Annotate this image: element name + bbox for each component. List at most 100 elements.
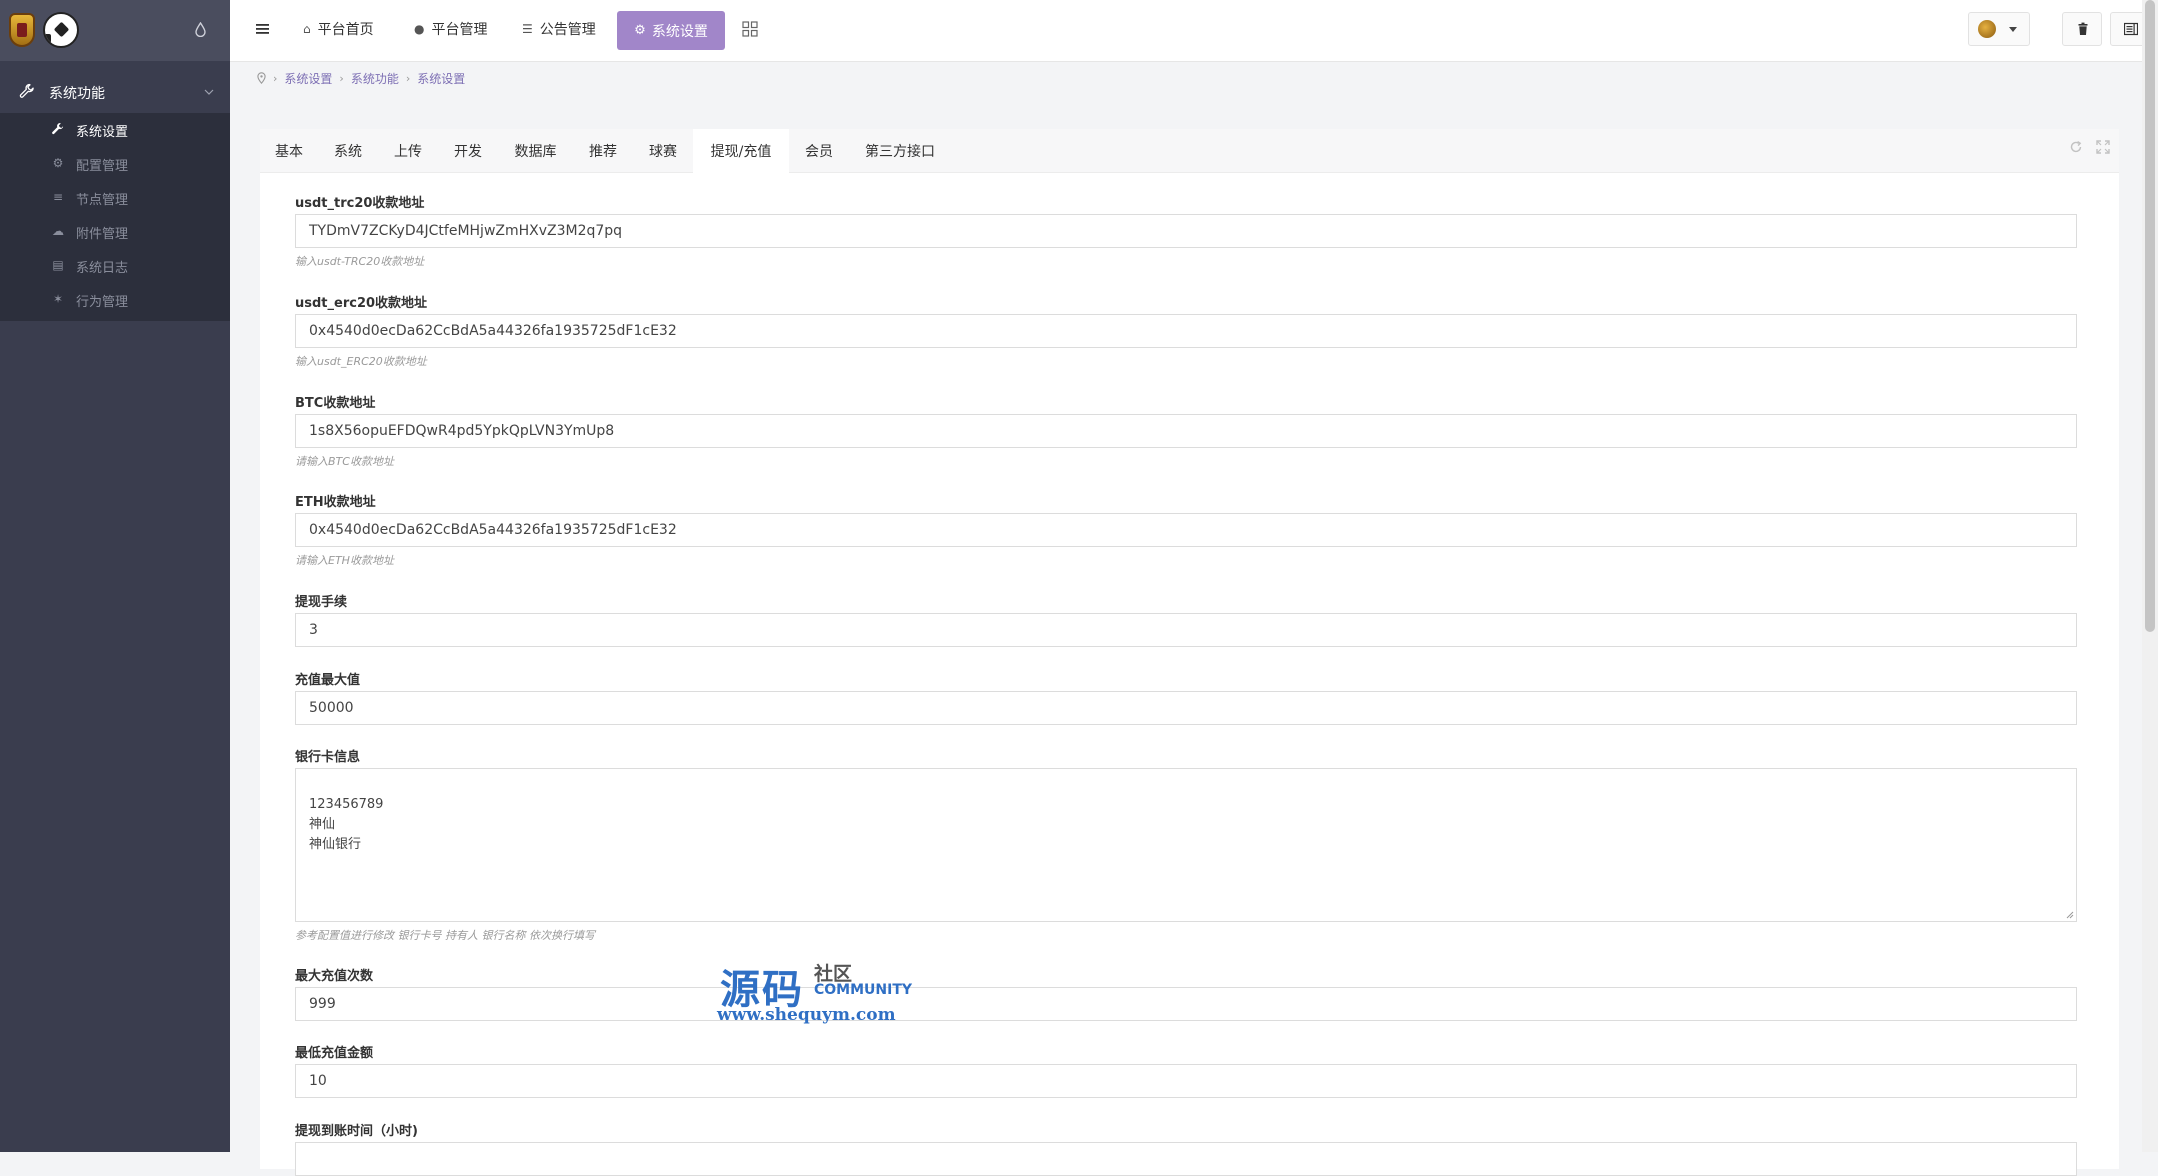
min-recharge-amount-input[interactable]: 10 [295, 1064, 2077, 1098]
field-help: 请输入BTC收款地址 [295, 455, 394, 468]
logo-bar [0, 0, 230, 61]
hamburger-menu-icon[interactable] [256, 22, 270, 36]
sidebar-item-label: 节点管理 [76, 193, 129, 208]
btc-address-input[interactable]: 1s8X56opuEFDQwR4pd5YpkQpLVN3YmUp8 [295, 414, 2077, 448]
settings-panel: 基本 系统 上传 开发 数据库 推荐 球赛 提现/充值 会员 第三方接口 usd… [260, 129, 2119, 1176]
recharge-max-input[interactable]: 50000 [295, 691, 2077, 725]
club-badge-logo [9, 13, 35, 47]
nav-label: 系统设置 [651, 23, 708, 40]
nav-label: 公告管理 [539, 22, 596, 38]
sidebar-item-label: 配置管理 [76, 159, 129, 174]
breadcrumb-separator: › [273, 71, 278, 85]
sidebar-item-label: 系统设置 [76, 125, 129, 140]
wrench-icon [52, 123, 64, 135]
sidebar-item-system-settings[interactable]: 系统设置 [0, 113, 230, 147]
sidebar-item-label: 附件管理 [76, 227, 129, 242]
field-label: 提现手续 [295, 595, 348, 610]
nav-announcement-manage[interactable]: ☰ 公告管理 [522, 18, 596, 40]
breadcrumb: › 系统设置 › 系统功能 › 系统设置 [257, 68, 465, 88]
field-help: 输入usdt_ERC20收款地址 [295, 355, 427, 368]
sidebar: 系统功能 系统设置 ⚙ 配置管理 ≡ 节点管理 ☁ 附件管理 ▤ 系统日志 ✶ … [0, 0, 230, 1152]
cogs-icon: ⚙ [52, 156, 64, 170]
field-label: 银行卡信息 [295, 750, 361, 765]
home-icon: ⌂ [303, 22, 311, 36]
sidebar-item-attachments[interactable]: ☁ 附件管理 [0, 215, 230, 249]
watermark-url: www.shequym.com [717, 1005, 896, 1025]
list-alt-icon: ☰ [522, 22, 533, 36]
sidebar-item-config[interactable]: ⚙ 配置管理 [0, 147, 230, 181]
app-grid-icon[interactable] [742, 21, 758, 37]
breadcrumb-separator: › [339, 71, 344, 85]
list-icon: ≡ [52, 190, 64, 204]
star-icon: ✶ [52, 292, 64, 306]
field-label: 最低充值金额 [295, 1046, 374, 1061]
tab-third-party-api[interactable]: 第三方接口 [849, 129, 951, 172]
field-label: ETH收款地址 [295, 495, 376, 510]
cloud-upload-icon: ☁ [52, 224, 64, 238]
usdt-trc20-input[interactable]: TYDmV7ZCKyD4JCtfeMHjwZmHXvZ3M2q7pq [295, 214, 2077, 248]
sidebar-item-nodes[interactable]: ≡ 节点管理 [0, 181, 230, 215]
breadcrumb-link[interactable]: 系统功能 [351, 70, 399, 87]
watermark: 源码 社区 COMMUNITY www.shequym.com [717, 957, 917, 1027]
field-help: 请输入ETH收款地址 [295, 554, 394, 567]
wrench-icon [19, 83, 34, 98]
nav-label: 平台首页 [317, 22, 374, 38]
tab-system[interactable]: 系统 [318, 129, 378, 172]
breadcrumb-separator: › [405, 71, 411, 85]
resize-grip-icon[interactable] [2066, 911, 2074, 919]
usdt-erc20-input[interactable]: 0x4540d0ecDa62CcBdA5a44326fa1935725dF1cE… [295, 314, 2077, 348]
nav-platform-home[interactable]: ⌂ 平台首页 [303, 18, 374, 40]
tab-recommend[interactable]: 推荐 [573, 129, 633, 172]
tab-basic[interactable]: 基本 [260, 129, 318, 172]
tab-withdraw-recharge[interactable]: 提现/充值 [693, 129, 789, 173]
theme-drop-icon[interactable] [195, 22, 206, 37]
sidebar-item-behavior[interactable]: ✶ 行为管理 [0, 283, 230, 317]
field-help: 参考配置值进行修改 银行卡号 持有人 银行名称 依次换行填写 [295, 929, 595, 942]
field-help: 输入usdt-TRC20收款地址 [295, 255, 425, 268]
nav-label: 平台管理 [431, 22, 488, 38]
field-label: usdt_erc20收款地址 [295, 296, 428, 311]
breadcrumb-link[interactable]: 系统设置 [284, 70, 332, 87]
field-label: 最大充值次数 [295, 969, 374, 984]
tab-develop[interactable]: 开发 [438, 129, 498, 172]
fullscreen-icon[interactable] [2096, 140, 2110, 154]
gear-icon: ⚙ [634, 23, 646, 38]
list-panel-icon [2124, 22, 2138, 36]
tab-member[interactable]: 会员 [789, 129, 849, 172]
map-marker-icon [257, 72, 266, 84]
withdraw-arrival-time-input[interactable] [295, 1142, 2077, 1176]
refresh-icon[interactable] [2069, 140, 2083, 154]
sidebar-group-system[interactable]: 系统功能 [0, 72, 230, 112]
scrollbar-thumb[interactable] [2145, 0, 2155, 632]
user-icon: ● [414, 22, 425, 36]
bank-card-textarea[interactable]: 123456789 神仙 神仙银行 [295, 768, 2077, 922]
soccer-ball-logo [43, 12, 79, 48]
user-menu-button[interactable] [1968, 12, 2030, 46]
eth-address-input[interactable]: 0x4540d0ecDa62CcBdA5a44326fa1935725dF1cE… [295, 513, 2077, 547]
panel-tools [2059, 137, 2119, 157]
clear-cache-button[interactable] [2062, 12, 2102, 46]
top-navbar: ⌂ 平台首页 ● 平台管理 ☰ 公告管理 ⚙ 系统设置 [230, 0, 2150, 62]
breadcrumb-link[interactable]: 系统设置 [417, 70, 465, 87]
field-label: BTC收款地址 [295, 396, 376, 411]
settings-tabs: 基本 系统 上传 开发 数据库 推荐 球赛 提现/充值 会员 第三方接口 [260, 129, 2119, 173]
watermark-community-text: COMMUNITY [814, 982, 913, 998]
field-label: 充值最大值 [295, 673, 361, 688]
trash-icon [2078, 22, 2088, 35]
withdraw-fee-input[interactable]: 3 [295, 613, 2077, 647]
max-recharge-count-input[interactable]: 999 [295, 987, 2077, 1021]
tab-upload[interactable]: 上传 [378, 129, 438, 172]
avatar [1978, 20, 1996, 38]
nav-system-settings[interactable]: ⚙ 系统设置 [617, 11, 725, 50]
tab-database[interactable]: 数据库 [498, 129, 573, 172]
book-icon: ▤ [52, 258, 64, 272]
field-label: 提现到账时间（小时) [295, 1124, 418, 1139]
chevron-down-icon [204, 89, 214, 95]
sidebar-submenu: 系统设置 ⚙ 配置管理 ≡ 节点管理 ☁ 附件管理 ▤ 系统日志 ✶ 行为管理 [0, 113, 230, 321]
tab-matches[interactable]: 球赛 [633, 129, 693, 172]
nav-platform-manage[interactable]: ● 平台管理 [414, 18, 487, 40]
bank-card-text: 123456789 神仙 神仙银行 [309, 797, 384, 852]
field-label: usdt_trc20收款地址 [295, 196, 425, 211]
page-scrollbar[interactable] [2142, 0, 2158, 1152]
sidebar-item-logs[interactable]: ▤ 系统日志 [0, 249, 230, 283]
